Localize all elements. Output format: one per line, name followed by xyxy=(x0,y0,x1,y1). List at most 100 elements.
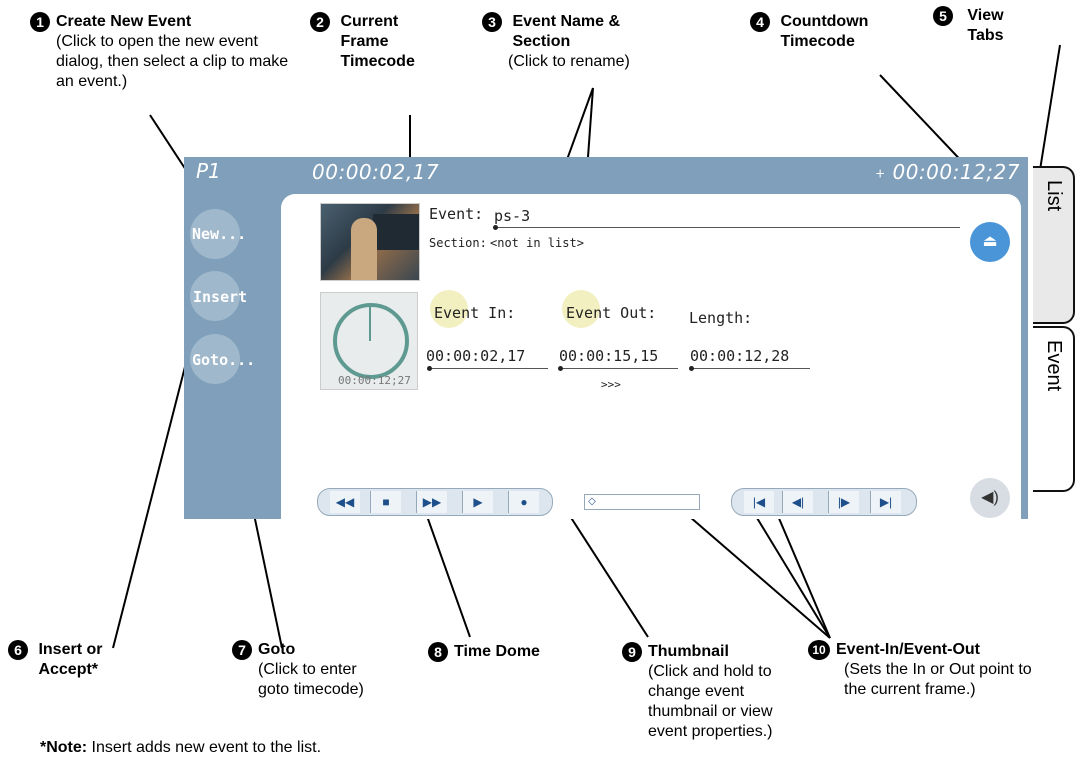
callout-number: 2 xyxy=(310,12,330,32)
step-back-icon: ◀| xyxy=(791,495,805,509)
callout-current-frame-timecode: 2 Current Frame Timecode xyxy=(310,12,440,72)
event-in-underline xyxy=(430,368,548,369)
tab-list[interactable]: List xyxy=(1033,166,1075,324)
footnote-label: *Note: xyxy=(40,739,88,756)
length-marker xyxy=(689,366,694,371)
event-name-underline xyxy=(496,227,960,228)
record-icon: ● xyxy=(520,495,528,509)
callout-description: (Click to enter goto timecode) xyxy=(258,661,364,698)
callout-number: 10 xyxy=(808,640,830,660)
out-arrows: >>> xyxy=(601,378,621,391)
tab-event[interactable]: Event xyxy=(1033,326,1075,492)
callout-insert-accept: 6 Insert or Accept* xyxy=(8,640,148,680)
step-forward-icon: |▶ xyxy=(837,495,851,509)
event-out-button[interactable]: Event Out: xyxy=(566,304,656,322)
callout-title: Insert or Accept* xyxy=(38,641,103,678)
time-dome-timecode: 00:00:12;27 xyxy=(338,374,411,387)
slider-knob-icon[interactable]: ◇ xyxy=(585,495,599,509)
go-to-end-icon: ▶| xyxy=(879,495,893,509)
event-out-timecode[interactable]: 00:00:15,15 xyxy=(559,347,658,365)
play-icon: ▶ xyxy=(473,495,483,509)
footnote: *Note: Insert adds new event to the list… xyxy=(40,738,640,758)
event-label: Event: xyxy=(429,205,484,223)
event-name[interactable]: ps-3 xyxy=(494,207,530,225)
callout-title: View Tabs xyxy=(967,7,1004,44)
callout-number: 8 xyxy=(428,642,448,662)
event-out-marker xyxy=(558,366,563,371)
callout-number: 4 xyxy=(750,12,770,32)
event-out-underline xyxy=(560,368,678,369)
callout-title: Time Dome xyxy=(454,643,540,660)
current-frame-timecode: 00:00:02,17 xyxy=(312,160,440,184)
callout-title: Countdown Timecode xyxy=(780,13,869,50)
thumbnail-car-shape xyxy=(373,214,419,250)
callout-title: Event Name & Section xyxy=(512,13,621,50)
eject-button[interactable]: ⏏ xyxy=(970,222,1010,262)
event-in-timecode[interactable]: 00:00:02,17 xyxy=(426,347,525,365)
event-in-button[interactable]: Event In: xyxy=(434,304,515,322)
callout-title: Goto xyxy=(258,641,296,658)
callout-event-in-out: 10 Event-In/Event-Out (Sets the In or Out… xyxy=(808,640,1078,700)
fast-forward-button[interactable]: ▶▶ xyxy=(416,491,447,513)
rewind-icon: ◀◀ xyxy=(335,495,355,509)
callout-create-new-event: 1 Create New Event (Click to open the new… xyxy=(30,12,296,92)
callout-number: 1 xyxy=(30,12,50,32)
section-value[interactable]: <not in list> xyxy=(490,236,584,250)
event-in-marker xyxy=(427,366,432,371)
go-to-start-icon: |◀ xyxy=(752,495,766,509)
length-timecode: 00:00:12,28 xyxy=(690,347,790,365)
thumbnail-figure-shape xyxy=(351,218,377,280)
callout-number: 9 xyxy=(622,642,642,662)
speaker-icon: ◀) xyxy=(981,489,999,506)
stop-icon: ■ xyxy=(382,495,390,509)
countdown-marker-icon: + xyxy=(875,166,886,181)
callout-time-dome: 8 Time Dome xyxy=(428,642,598,662)
jog-controls: |◀ ◀| |▶ ▶| xyxy=(731,488,917,516)
position-slider[interactable]: ◇ xyxy=(584,494,700,510)
step-forward-button[interactable]: |▶ xyxy=(828,491,859,513)
callout-description: (Click and hold to change event thumbnai… xyxy=(648,663,773,740)
callout-number: 3 xyxy=(482,12,502,32)
callout-event-name-section: 3 Event Name & Section (Click to rename) xyxy=(482,12,692,72)
event-thumbnail[interactable] xyxy=(320,203,420,281)
section-label: Section: xyxy=(429,236,487,250)
timecode-bar: P1 00:00:02,17 + 00:00:12;27 xyxy=(184,157,1028,191)
callout-description: (Sets the In or Out point to the current… xyxy=(844,661,1032,698)
event-name-marker xyxy=(493,225,498,230)
length-label: Length: xyxy=(689,309,753,327)
callout-number: 5 xyxy=(933,6,953,26)
time-dome-hand xyxy=(369,307,371,341)
go-to-start-button[interactable]: |◀ xyxy=(744,491,774,513)
callout-countdown-timecode: 4 Countdown Timecode xyxy=(750,12,890,52)
callout-thumbnail: 9 Thumbnail (Click and hold to change eve… xyxy=(622,642,822,742)
fast-forward-icon: ▶▶ xyxy=(422,495,442,509)
countdown-timecode-value: 00:00:12;27 xyxy=(892,160,1020,184)
callout-title: Create New Event xyxy=(56,13,192,30)
callout-title: Event-In/Event-Out xyxy=(836,641,981,658)
callout-title: Thumbnail xyxy=(648,643,729,660)
length-underline xyxy=(692,368,810,369)
insert-label: Insert xyxy=(193,288,248,306)
callout-goto: 7 Goto (Click to enter goto timecode) xyxy=(232,640,412,700)
go-to-end-button[interactable]: ▶| xyxy=(870,491,901,513)
rewind-button[interactable]: ◀◀ xyxy=(330,491,360,513)
record-button[interactable]: ● xyxy=(508,491,539,513)
callout-description: (Click to open the new event dialog, the… xyxy=(56,33,289,90)
play-button[interactable]: ▶ xyxy=(462,491,493,513)
transport-controls: ◀◀ ■ ▶▶ ▶ ● xyxy=(317,488,553,516)
time-dome-ring xyxy=(333,303,409,379)
callout-description: (Click to rename) xyxy=(508,53,630,70)
step-back-button[interactable]: ◀| xyxy=(782,491,813,513)
goto-label: Goto... xyxy=(192,351,256,369)
tab-event-label: Event xyxy=(1043,340,1065,392)
audio-button[interactable]: ◀) xyxy=(970,478,1010,518)
callout-title: Current Frame Timecode xyxy=(340,13,415,70)
eject-icon: ⏏ xyxy=(982,233,998,250)
footnote-text: Insert adds new event to the list. xyxy=(87,739,322,756)
countdown-timecode: + 00:00:12;27 xyxy=(875,160,1020,184)
tab-list-label: List xyxy=(1043,180,1065,212)
player-label: P1 xyxy=(196,159,221,183)
new-event-label: New... xyxy=(192,225,247,243)
stop-button[interactable]: ■ xyxy=(370,491,401,513)
callout-view-tabs: 5 View Tabs xyxy=(933,6,1023,46)
